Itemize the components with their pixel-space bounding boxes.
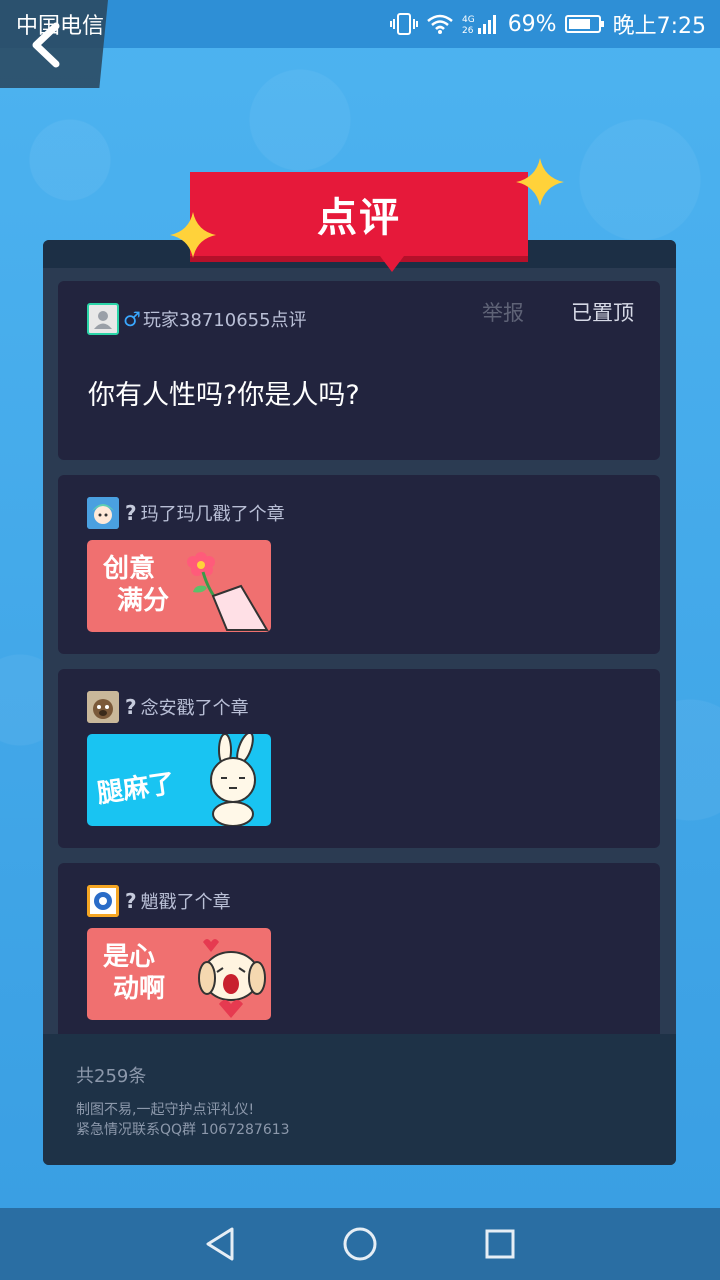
review-panel: ♂ 玩家38710655点评 举报 已置顶 你有人性吗?你是人吗? ? 玛了玛几… [43,240,676,1165]
sticker-heart-moved: 是心 动啊 [87,928,271,1020]
sticker-text: 动啊 [113,974,166,1004]
dog-love-icon [198,939,266,1018]
carrier-label: 中国电信 [16,14,105,39]
sticker-text: 满分 [117,586,170,616]
footer-note-line: 制图不易,一起守护点评礼仪! [76,1102,255,1118]
nav-recent-button[interactable] [480,1224,520,1264]
vibrate-icon [389,13,418,35]
wifi-icon [426,14,453,34]
sticker-creative: 创意 满分 [87,540,271,632]
dog-avatar-icon [87,691,119,723]
square-recent-icon [485,1229,515,1259]
pinned-review-card: ♂ 玩家38710655点评 举报 已置顶 你有人性吗?你是人吗? [58,281,660,460]
sticker-text: 创意 [103,554,156,584]
stamp-user[interactable]: 魈戳了个章 [141,888,231,914]
system-nav-bar [0,1208,720,1280]
sticker-text: 是心 [103,942,156,972]
character-avatar-icon [87,885,119,917]
cell-signal-icon: 4G 26 [462,15,496,35]
svg-text:26: 26 [462,26,474,35]
flower-icon [187,552,269,631]
status-bar: 中国电信 4G 26 69% 晚上7:25 [0,0,720,48]
avatar[interactable] [87,497,119,529]
default-user-icon [94,311,112,329]
svg-text:4G: 4G [462,15,475,25]
review-comment: 你有人性吗?你是人吗? [88,380,360,411]
avatar[interactable] [87,691,119,723]
unknown-gender-icon: ? [125,889,137,913]
circle-home-icon [343,1227,377,1261]
male-icon: ♂ [123,307,141,331]
stamp-user[interactable]: 玛了玛几戳了个章 [141,500,285,526]
avatar[interactable] [87,303,119,335]
report-button[interactable]: 举报 [482,297,524,327]
page-title: 点评 [317,195,401,241]
clock: 晚上7:25 [612,14,706,39]
battery-icon [564,15,604,33]
unknown-gender-icon: ? [125,501,137,525]
rabbit-icon [210,734,256,826]
nav-back-button[interactable] [200,1224,240,1264]
sticker-text: 腿麻了 [95,768,177,810]
footer-note-line: 紧急情况联系QQ群 1067287613 [76,1122,290,1138]
sticker-legs-numb: 腿麻了 [87,734,271,826]
review-count: 共259条 [76,1066,147,1087]
battery-percent: 69% [507,11,557,37]
footer-note: 制图不易,一起守护点评礼仪! 紧急情况联系QQ群 1067287613 [76,1100,676,1140]
stamp-user[interactable]: 念安戳了个章 [141,694,249,720]
stamp-card: ? 魈戳了个章 是心 动啊 [58,863,660,1042]
avatar[interactable] [87,885,119,917]
pinned-badge: 已置顶 [571,301,634,325]
panel-footer: 共259条 制图不易,一起守护点评礼仪! 紧急情况联系QQ群 106728761… [43,1034,676,1165]
anime-avatar-icon [87,497,119,529]
triangle-back-icon [206,1227,234,1261]
nav-home-button[interactable] [340,1224,380,1264]
star-icon [170,212,216,258]
stamp-card: ? 念安戳了个章 腿麻了 [58,669,660,848]
unknown-gender-icon: ? [125,695,137,719]
stamp-card: ? 玛了玛几戳了个章 创意 满分 [58,475,660,654]
star-icon [516,158,564,206]
title-banner: 点评 [190,172,528,272]
review-author[interactable]: 玩家38710655点评 [143,306,307,332]
